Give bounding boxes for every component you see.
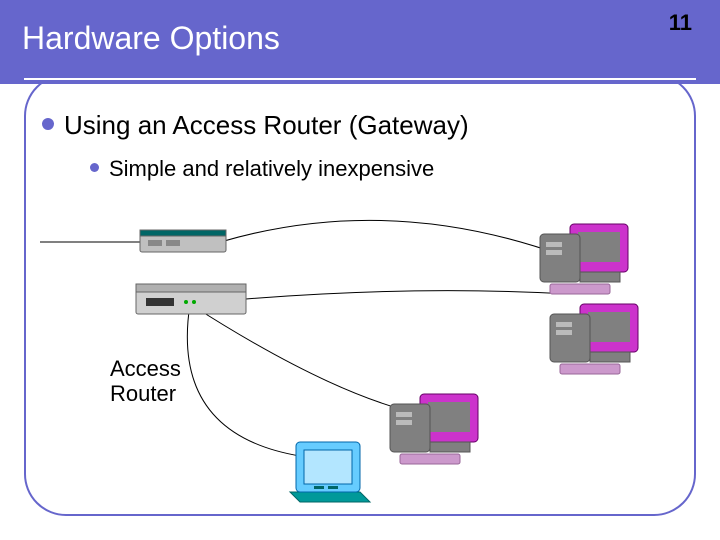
bullet-dot-icon: [90, 163, 99, 172]
slide-body: Using an Access Router (Gateway) Simple …: [0, 84, 720, 540]
computer-icon: [540, 224, 628, 294]
bullet-text-sub: Simple and relatively inexpensive: [109, 156, 434, 182]
header-underline: [24, 78, 696, 80]
slide-header: Hardware Options: [0, 0, 720, 84]
page-number: 11: [669, 10, 692, 36]
router-icon: [136, 284, 246, 314]
computer-icon: [550, 304, 638, 374]
monitor-icon: [290, 442, 370, 502]
bullet-level-2: Simple and relatively inexpensive: [90, 156, 434, 182]
bullet-dot-icon: [42, 118, 54, 130]
modem-icon: [140, 230, 226, 252]
bullet-text-main: Using an Access Router (Gateway): [64, 110, 469, 141]
network-diagram: [40, 194, 680, 514]
computer-icon: [390, 394, 478, 464]
slide-title: Hardware Options: [22, 20, 280, 57]
bullet-level-1: Using an Access Router (Gateway): [42, 110, 469, 141]
